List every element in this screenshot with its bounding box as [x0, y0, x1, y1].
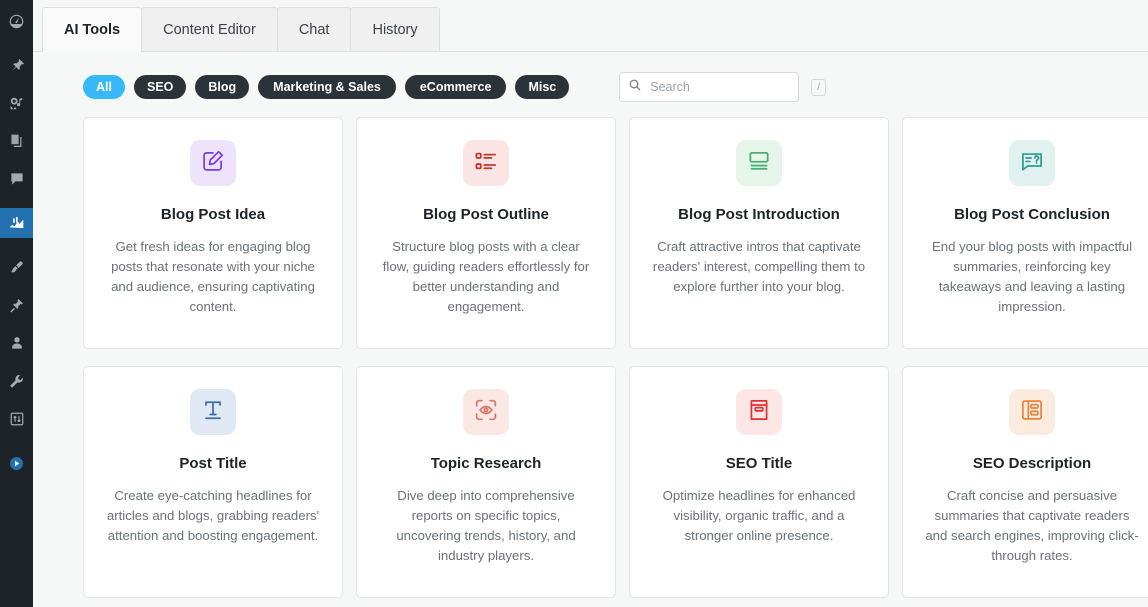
- filter-chip-marketing-sales[interactable]: Marketing & Sales: [258, 75, 396, 99]
- tab-content-editor[interactable]: Content Editor: [141, 7, 278, 51]
- pages-icon: [9, 133, 25, 149]
- plug-icon: [8, 297, 25, 314]
- search-input[interactable]: [642, 80, 812, 94]
- tool-title: Blog Post Idea: [160, 206, 266, 223]
- filter-chip-marketing-sales-label: Marketing & Sales: [273, 80, 381, 94]
- tool-icon-wrap: [463, 140, 509, 186]
- chart-icon: [8, 215, 25, 232]
- bullet-list-icon: [473, 148, 499, 179]
- tool-icon-wrap: [463, 389, 509, 435]
- tab-bar: AI Tools Content Editor Chat History: [33, 0, 1148, 52]
- tool-card-topic-research[interactable]: Topic Research Dive deep into comprehens…: [356, 366, 616, 598]
- sidebar-item-comments[interactable]: [0, 164, 33, 194]
- search-shortcut-badge: /: [811, 78, 827, 96]
- tool-title: Blog Post Outline: [423, 206, 549, 223]
- tool-card-blog-post-idea[interactable]: Blog Post Idea Get fresh ideas for engag…: [83, 117, 343, 349]
- sidebar-item-tools[interactable]: [0, 366, 33, 396]
- tool-icon-wrap: [190, 140, 236, 186]
- tool-card-blog-post-conclusion[interactable]: Blog Post Conclusion End your blog posts…: [902, 117, 1148, 349]
- app-root: AI Tools Content Editor Chat History All…: [0, 0, 1148, 607]
- tools-grid: Blog Post Idea Get fresh ideas for engag…: [83, 117, 1148, 598]
- sidebar-item-users[interactable]: [0, 328, 33, 358]
- main-panel: AI Tools Content Editor Chat History All…: [33, 0, 1148, 607]
- pin-icon: [8, 57, 25, 74]
- document-layout-icon: [1019, 397, 1045, 428]
- sidebar-item-posts[interactable]: [0, 50, 33, 80]
- search-icon: [628, 78, 642, 97]
- filter-chip-misc-label: Misc: [528, 80, 557, 94]
- sidebar-item-plugins[interactable]: [0, 290, 33, 320]
- tab-history[interactable]: History: [350, 7, 440, 51]
- tool-description: Optimize headlines for enhanced visibili…: [662, 488, 856, 543]
- tool-icon-wrap: [1009, 140, 1055, 186]
- filter-chip-misc[interactable]: Misc: [515, 75, 570, 99]
- tool-description: Craft attractive intros that captivate r…: [652, 239, 866, 294]
- sidebar-item-settings[interactable]: [0, 404, 33, 434]
- tool-title: Blog Post Introduction: [678, 206, 840, 223]
- sliders-icon: [9, 411, 25, 427]
- sidebar-item-player[interactable]: [0, 448, 33, 478]
- sidebar-item-dashboard[interactable]: [0, 6, 33, 36]
- tool-icon-wrap: [736, 140, 782, 186]
- article-header-icon: [746, 148, 772, 179]
- search-box[interactable]: /: [619, 72, 827, 102]
- tool-description: End your blog posts with impactful summa…: [931, 239, 1133, 314]
- tool-icon-wrap: [736, 389, 782, 435]
- sidebar-item-analytics[interactable]: [0, 208, 39, 238]
- sidebar-item-pages[interactable]: [0, 126, 33, 156]
- brush-icon: [8, 259, 25, 276]
- chat-question-icon: [1019, 148, 1045, 179]
- filter-chip-blog[interactable]: Blog: [195, 75, 250, 99]
- media-icon: [8, 95, 25, 112]
- tool-description: Dive deep into comprehensive reports on …: [396, 488, 576, 563]
- filter-chip-ecommerce[interactable]: eCommerce: [404, 75, 507, 99]
- filter-chip-seo-label: SEO: [146, 80, 174, 94]
- tool-icon-wrap: [1009, 389, 1055, 435]
- comment-icon: [9, 171, 25, 187]
- tool-title: Topic Research: [430, 455, 542, 472]
- text-title-icon: [200, 397, 226, 428]
- eye-scan-icon: [473, 397, 499, 428]
- tab-chat[interactable]: Chat: [276, 7, 352, 51]
- dashboard-icon: [8, 13, 25, 30]
- tool-description: Structure blog posts with a clear flow, …: [382, 239, 590, 314]
- filter-chip-all-label: All: [96, 80, 112, 94]
- play-circle-icon: [8, 455, 25, 472]
- tab-chat-label: Chat: [298, 21, 330, 38]
- wrench-icon: [8, 373, 25, 390]
- archive-box-icon: [746, 397, 772, 428]
- tool-description: Craft concise and persuasive summaries t…: [925, 488, 1139, 563]
- filter-chip-seo[interactable]: SEO: [133, 75, 187, 99]
- tools-grid-wrapper: Blog Post Idea Get fresh ideas for engag…: [33, 117, 1148, 607]
- tool-title: Post Title: [179, 455, 247, 472]
- tab-history-label: History: [372, 21, 418, 38]
- user-icon: [9, 335, 25, 351]
- sidebar-item-media[interactable]: [0, 88, 33, 118]
- tool-card-blog-post-outline[interactable]: Blog Post Outline Structure blog posts w…: [356, 117, 616, 349]
- tool-title: Blog Post Conclusion: [954, 206, 1110, 223]
- sidebar-item-appearance[interactable]: [0, 252, 33, 282]
- tool-description: Create eye-catching headlines for articl…: [106, 488, 320, 543]
- filter-chip-ecommerce-label: eCommerce: [419, 80, 492, 94]
- tool-card-blog-post-introduction[interactable]: Blog Post Introduction Craft attractive …: [629, 117, 889, 349]
- tool-card-seo-title[interactable]: SEO Title Optimize headlines for enhance…: [629, 366, 889, 598]
- tool-description: Get fresh ideas for engaging blog posts …: [111, 239, 315, 314]
- filter-chip-blog-label: Blog: [208, 80, 237, 94]
- filter-bar: All SEO Blog Marketing & Sales eCommerce…: [33, 52, 1148, 117]
- filter-chip-all[interactable]: All: [83, 75, 125, 99]
- tab-ai-tools[interactable]: AI Tools: [42, 7, 143, 52]
- tab-ai-tools-label: AI Tools: [64, 21, 121, 38]
- admin-sidebar: [0, 0, 39, 607]
- tool-title: SEO Description: [972, 455, 1092, 472]
- tool-card-post-title[interactable]: Post Title Create eye-catching headlines…: [83, 366, 343, 598]
- tab-content-editor-label: Content Editor: [163, 21, 256, 38]
- tool-icon-wrap: [190, 389, 236, 435]
- tool-card-seo-description[interactable]: SEO Description Craft concise and persua…: [902, 366, 1148, 598]
- pencil-square-icon: [200, 148, 226, 179]
- tool-title: SEO Title: [725, 455, 793, 472]
